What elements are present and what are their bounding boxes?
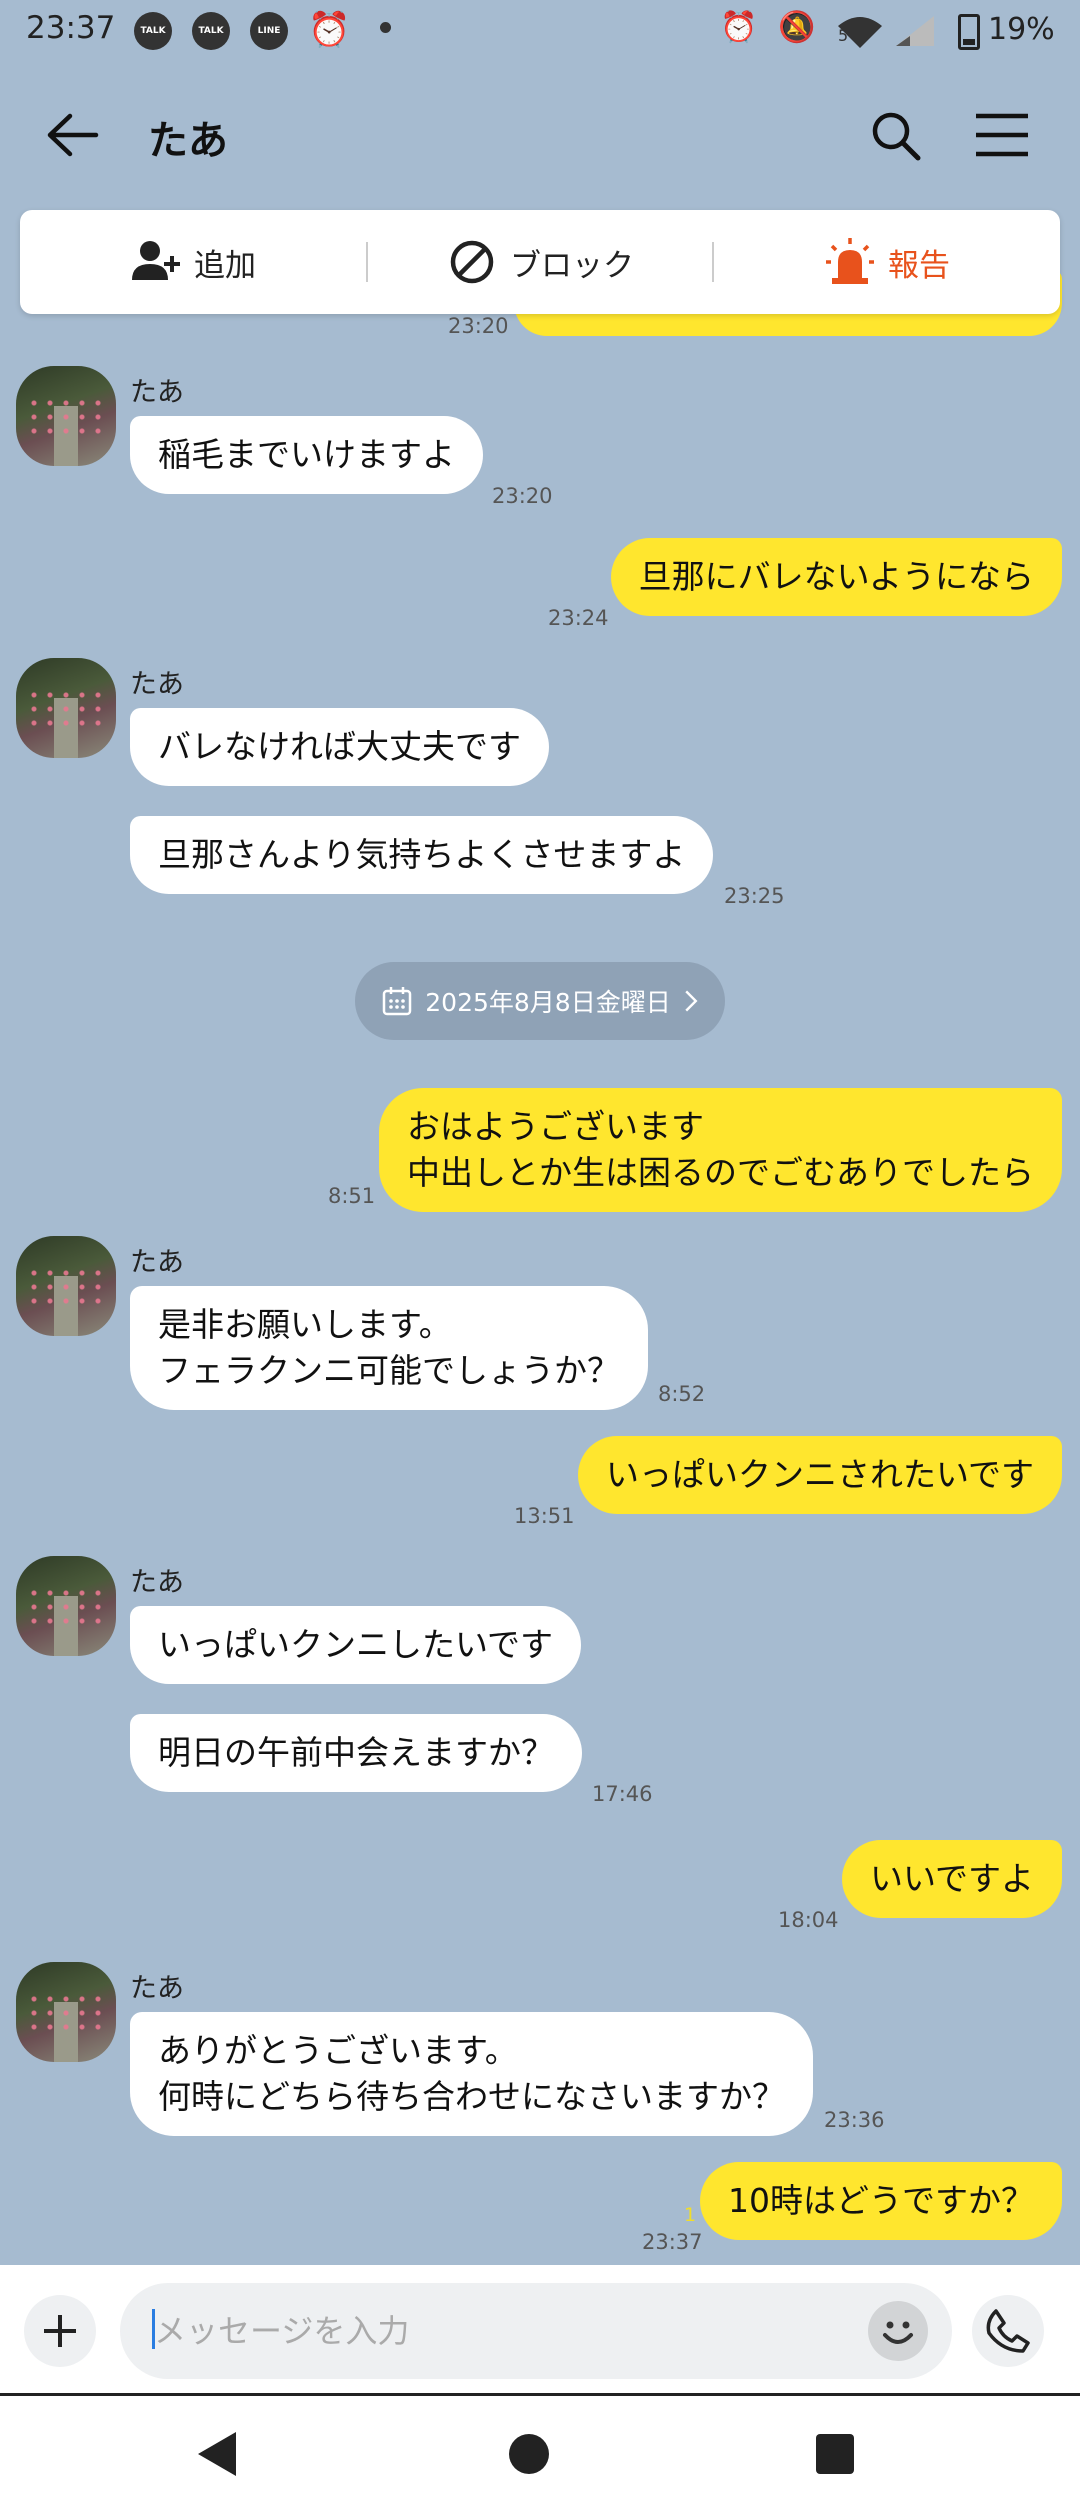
menu-icon[interactable] — [972, 110, 1032, 160]
message-time: 18:04 — [778, 1908, 839, 1932]
incoming-message[interactable]: 是非お願いします。 フェラクンニ可能でしょうか？ — [130, 1286, 648, 1410]
sender-name: たあ — [130, 1567, 184, 1598]
text-cursor — [152, 2309, 155, 2349]
message-time: 8:51 — [328, 1184, 376, 1208]
outgoing-message[interactable]: 旦那にバレないようになら — [610, 538, 1062, 616]
friend-action-bar: 追加 ブロック 報告 — [20, 210, 1060, 314]
sender-name: たあ — [130, 1247, 184, 1278]
outgoing-message[interactable]: おはようございます 中出しとか生は困るのでごむありでしたら — [379, 1088, 1062, 1212]
nav-back-icon[interactable] — [198, 2432, 236, 2476]
nav-home-icon[interactable] — [509, 2434, 549, 2474]
sender-name: たあ — [130, 1973, 184, 2004]
message-input-bar — [0, 2265, 1080, 2393]
report-label: 報告 — [888, 247, 950, 284]
chat-area[interactable]: 23:20 たあ 稲毛までいけますよ 23:20 旦那にバレないようになら 23… — [0, 0, 1080, 2265]
outgoing-message[interactable]: いっぱいクンニされたいです — [577, 1436, 1062, 1514]
block-label: ブロック — [510, 247, 634, 284]
back-arrow-icon[interactable] — [44, 110, 100, 160]
message-time: 17:46 — [592, 1782, 653, 1806]
incoming-message[interactable]: ありがとうございます。 何時にどちら待ち合わせになさいますか？ — [130, 2012, 813, 2136]
message-time: 23:20 — [448, 314, 509, 338]
incoming-message[interactable]: いっぱいクンニしたいです — [130, 1606, 582, 1684]
outgoing-message[interactable]: 10時はどうですか？ — [700, 2162, 1062, 2240]
date-label: 2025年8月8日金曜日 — [425, 988, 671, 1017]
report-button[interactable]: 報告 — [714, 210, 1060, 314]
emoji-icon[interactable] — [868, 2301, 928, 2361]
phone-icon[interactable] — [972, 2295, 1044, 2367]
date-divider[interactable]: 2025年8月8日金曜日 — [355, 962, 725, 1040]
avatar[interactable] — [16, 366, 116, 466]
message-time: 23:24 — [548, 606, 609, 630]
add-label: 追加 — [194, 247, 256, 284]
chat-title[interactable]: たあ — [148, 108, 228, 166]
chevron-right-icon — [685, 990, 698, 1012]
search-icon[interactable] — [866, 106, 926, 166]
block-icon — [450, 240, 494, 284]
avatar[interactable] — [16, 1556, 116, 1656]
message-time: 23:20 — [492, 484, 553, 508]
incoming-message[interactable]: バレなければ大丈夫です — [130, 708, 549, 786]
incoming-message[interactable]: 旦那さんより気持ちよくさせますよ — [130, 816, 714, 894]
incoming-message[interactable]: 稲毛までいけますよ — [130, 416, 483, 494]
outgoing-message[interactable]: いいですよ — [841, 1840, 1062, 1918]
message-time: 23:37 — [642, 2230, 703, 2254]
add-friend-button[interactable]: 追加 — [20, 210, 366, 314]
chat-header: たあ — [0, 90, 1080, 180]
block-button[interactable]: ブロック — [368, 210, 712, 314]
plus-icon[interactable] — [24, 2295, 96, 2367]
sender-name: たあ — [130, 669, 184, 700]
avatar[interactable] — [16, 1962, 116, 2062]
siren-icon — [826, 238, 874, 284]
message-time: 23:25 — [724, 884, 785, 908]
sender-name: たあ — [130, 377, 184, 408]
nav-recents-icon[interactable] — [816, 2434, 854, 2474]
system-nav-bar — [0, 2393, 1080, 2520]
incoming-message[interactable]: 明日の午前中会えますか？ — [130, 1714, 582, 1792]
message-time: 8:52 — [658, 1382, 706, 1406]
message-time: 23:36 — [824, 2108, 885, 2132]
calendar-icon — [383, 987, 412, 1016]
avatar[interactable] — [16, 1236, 116, 1336]
message-input[interactable] — [120, 2283, 952, 2379]
read-count: 1 — [684, 2204, 697, 2226]
avatar[interactable] — [16, 658, 116, 758]
add-user-icon — [132, 241, 180, 280]
message-time: 13:51 — [514, 1504, 575, 1528]
